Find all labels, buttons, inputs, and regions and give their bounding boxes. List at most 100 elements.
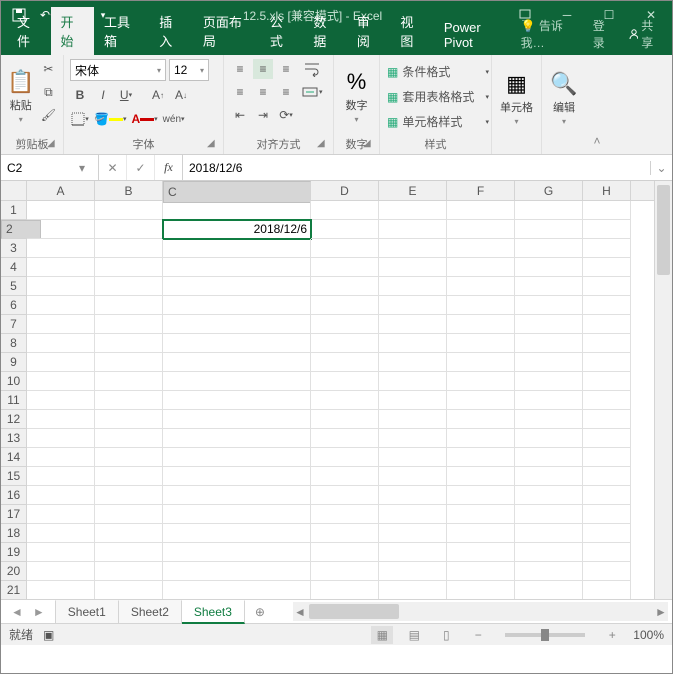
fx-icon[interactable]: fx (155, 155, 183, 180)
cell-A7[interactable] (27, 315, 95, 334)
copy-icon[interactable]: ⧉ (38, 82, 58, 102)
cell-H4[interactable] (583, 258, 631, 277)
indent-inc-icon[interactable]: ⇥ (253, 105, 273, 125)
name-box[interactable] (7, 161, 79, 175)
cell-F13[interactable] (447, 429, 515, 448)
cell-C18[interactable] (163, 524, 311, 543)
cell-E15[interactable] (379, 467, 447, 486)
cell-A9[interactable] (27, 353, 95, 372)
cell-E19[interactable] (379, 543, 447, 562)
cell-D15[interactable] (311, 467, 379, 486)
sheet-tab-Sheet1[interactable]: Sheet1 (55, 600, 119, 623)
editing-button[interactable]: 🔍 编辑 ▾ (548, 59, 580, 138)
cancel-formula-icon[interactable]: ✕ (99, 155, 127, 180)
cell-B10[interactable] (95, 372, 163, 391)
cell-E6[interactable] (379, 296, 447, 315)
cells-button[interactable]: ▦ 单元格 ▾ (498, 59, 535, 138)
tab-数据[interactable]: 数据 (303, 7, 347, 55)
cell-A15[interactable] (27, 467, 95, 486)
cell-C8[interactable] (163, 334, 311, 353)
view-pagebreak-icon[interactable]: ▯ (435, 626, 457, 644)
cell-F5[interactable] (447, 277, 515, 296)
row-header-19[interactable]: 19 (1, 543, 26, 562)
cell-G21[interactable] (515, 581, 583, 599)
cell-B19[interactable] (95, 543, 163, 562)
row-header-6[interactable]: 6 (1, 296, 26, 315)
col-header-A[interactable]: A (27, 181, 95, 200)
cell-B9[interactable] (95, 353, 163, 372)
number-format-button[interactable]: % 数字 ▾ (340, 59, 373, 134)
cell-D7[interactable] (311, 315, 379, 334)
font-launcher[interactable]: ◢ (207, 138, 221, 152)
cell-G19[interactable] (515, 543, 583, 562)
cell-G10[interactable] (515, 372, 583, 391)
cell-C16[interactable] (163, 486, 311, 505)
formula-bar[interactable] (183, 161, 650, 175)
cell-B1[interactable] (95, 201, 163, 220)
cell-C10[interactable] (163, 372, 311, 391)
enter-formula-icon[interactable]: ✓ (127, 155, 155, 180)
font-size-select[interactable]: 12▾ (169, 59, 209, 81)
row-header-8[interactable]: 8 (1, 334, 26, 353)
cell-H13[interactable] (583, 429, 631, 448)
hscroll-thumb[interactable] (309, 604, 399, 619)
cell-E14[interactable] (379, 448, 447, 467)
cell-D12[interactable] (311, 410, 379, 429)
collapse-ribbon-icon[interactable]: ˄ (586, 55, 608, 154)
cell-F1[interactable] (447, 201, 515, 220)
cell-F14[interactable] (447, 448, 515, 467)
cell-B8[interactable] (95, 334, 163, 353)
cell-E8[interactable] (379, 334, 447, 353)
view-pagelayout-icon[interactable]: ▤ (403, 626, 425, 644)
row-header-10[interactable]: 10 (1, 372, 26, 391)
cell-B18[interactable] (95, 524, 163, 543)
cell-D8[interactable] (311, 334, 379, 353)
cell-C5[interactable] (163, 277, 311, 296)
cell-F10[interactable] (447, 372, 515, 391)
cell-E16[interactable] (379, 486, 447, 505)
cell-E3[interactable] (379, 239, 447, 258)
cell-G12[interactable] (515, 410, 583, 429)
cell-D11[interactable] (311, 391, 379, 410)
cell-G1[interactable] (515, 201, 583, 220)
font-color-button[interactable]: A▾ (130, 109, 158, 129)
cell-D20[interactable] (311, 562, 379, 581)
cell-G8[interactable] (515, 334, 583, 353)
align-top-icon[interactable]: ≡ (230, 59, 250, 79)
cell-D10[interactable] (311, 372, 379, 391)
cell-H1[interactable] (583, 201, 631, 220)
cell-F3[interactable] (447, 239, 515, 258)
row-header-4[interactable]: 4 (1, 258, 26, 277)
cell-E12[interactable] (379, 410, 447, 429)
tab-工具箱[interactable]: 工具箱 (94, 7, 149, 55)
cell-A14[interactable] (27, 448, 95, 467)
cell-A12[interactable] (27, 410, 95, 429)
cell-C15[interactable] (163, 467, 311, 486)
select-all-corner[interactable] (1, 181, 26, 201)
align-mid-icon[interactable]: ≡ (253, 59, 273, 79)
row-header-14[interactable]: 14 (1, 448, 26, 467)
cell-C17[interactable] (163, 505, 311, 524)
cell-E18[interactable] (379, 524, 447, 543)
cell-A21[interactable] (27, 581, 95, 599)
row-header-17[interactable]: 17 (1, 505, 26, 524)
wrap-text-icon[interactable] (300, 59, 324, 79)
cell-F9[interactable] (447, 353, 515, 372)
cell-F20[interactable] (447, 562, 515, 581)
cell-A17[interactable] (27, 505, 95, 524)
col-header-C[interactable]: C (163, 181, 311, 203)
cell-C4[interactable] (163, 258, 311, 277)
cell-E7[interactable] (379, 315, 447, 334)
cell-H5[interactable] (583, 277, 631, 296)
align-right-icon[interactable]: ≡ (276, 82, 296, 102)
cell-D9[interactable] (311, 353, 379, 372)
cell-G4[interactable] (515, 258, 583, 277)
cell-A18[interactable] (27, 524, 95, 543)
view-normal-icon[interactable]: ▦ (371, 626, 393, 644)
horizontal-scrollbar[interactable]: ◄ ► (293, 602, 668, 621)
cell-H15[interactable] (583, 467, 631, 486)
cell-B11[interactable] (95, 391, 163, 410)
number-launcher[interactable]: ◢ (363, 138, 377, 152)
cell-H12[interactable] (583, 410, 631, 429)
col-header-H[interactable]: H (583, 181, 631, 200)
